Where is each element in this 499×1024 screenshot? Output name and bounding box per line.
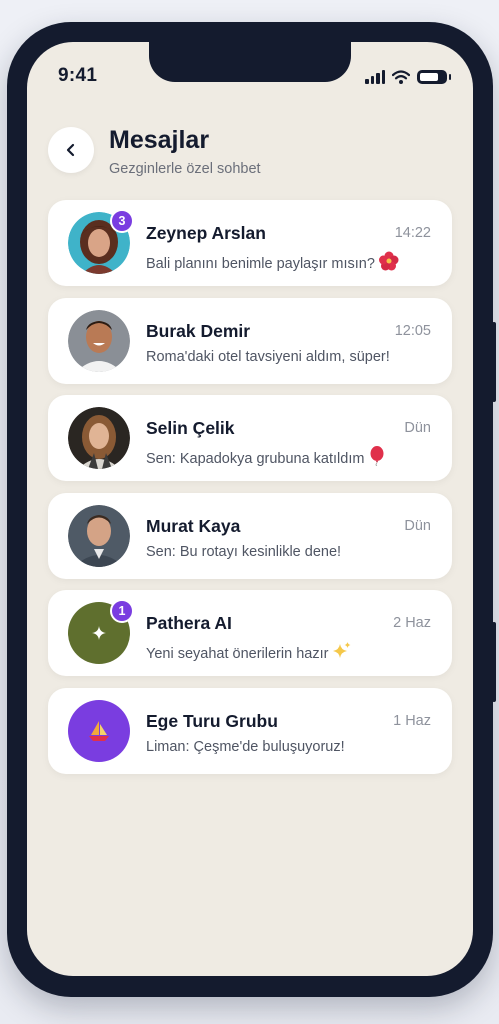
- contact-name: Selin Çelik: [146, 418, 235, 438]
- message-preview-text: Bali planını benimle paylaşır mısın?: [146, 256, 375, 272]
- message-preview-text: Yeni seyahat önerilerin hazır: [146, 646, 329, 662]
- status-time: 9:41: [58, 65, 98, 86]
- status-icons: [365, 68, 451, 84]
- side-button: [492, 622, 496, 702]
- avatar: 1: [68, 599, 134, 664]
- conversation-item[interactable]: Burak Demir 12:05 Roma'daki otel tavsiye…: [48, 297, 452, 384]
- signal-icon: [365, 70, 385, 84]
- sailboat-icon: [89, 720, 109, 741]
- message-preview: Bali planını benimle paylaşır mısın?: [146, 251, 399, 272]
- chevron-left-icon: [66, 143, 75, 157]
- conversation-item[interactable]: 1 Pathera AI 2 Haz Yeni seyahat öneriler…: [48, 590, 452, 676]
- sparkles-icon: [333, 642, 351, 658]
- avatar: 3: [68, 209, 134, 274]
- notch: [149, 42, 351, 82]
- wifi-icon: [392, 70, 410, 84]
- message-preview-text: Sen: Kapadokya grubuna katıldım: [146, 451, 365, 467]
- unread-badge: 3: [110, 209, 134, 233]
- avatar: [68, 407, 130, 469]
- message-preview: Yeni seyahat önerilerin hazır: [146, 641, 352, 662]
- message-time: Dün: [404, 517, 431, 534]
- avatar: [68, 504, 130, 567]
- battery-icon: [417, 70, 451, 84]
- sparkle-icon: [92, 626, 106, 640]
- contact-name: Zeynep Arslan: [146, 223, 266, 243]
- contact-name: Murat Kaya: [146, 515, 241, 536]
- page-subtitle: Gezginlerle özel sohbet: [109, 161, 261, 177]
- message-time: 1 Haz: [393, 712, 431, 729]
- side-button: [492, 322, 496, 402]
- message-time: Dün: [404, 420, 431, 436]
- page-title: Mesajlar: [109, 126, 210, 154]
- contact-name: Ege Turu Grubu: [146, 710, 278, 731]
- phone-frame: 9:41 Mesajlar Gezginlerle özel sohbet 3 …: [7, 22, 496, 997]
- contact-name: Burak Demir: [146, 320, 251, 341]
- conversation-item[interactable]: 3 Zeynep Arslan 14:22 Bali planını benim…: [48, 200, 452, 286]
- message-preview: Sen: Kapadokya grubuna katıldım: [146, 446, 386, 467]
- message-preview: Sen: Bu rotayı kesinlikle dene!: [146, 543, 342, 560]
- conversation-item[interactable]: Selin Çelik Dün Sen: Kapadokya grubuna k…: [48, 395, 452, 481]
- conversation-list: 3 Zeynep Arslan 14:22 Bali planını benim…: [48, 200, 452, 785]
- hibiscus-icon: [378, 251, 399, 271]
- message-time: 12:05: [394, 322, 431, 339]
- message-time: 14:22: [394, 225, 431, 241]
- conversation-item[interactable]: Ege Turu Grubu 1 Haz Liman: Çeşme'de bul…: [48, 687, 452, 774]
- message-preview: Liman: Çeşme'de buluşuyoruz!: [146, 738, 345, 755]
- contact-name: Pathera AI: [146, 613, 232, 633]
- balloon-icon: [370, 446, 384, 466]
- conversation-item[interactable]: Murat Kaya Dün Sen: Bu rotayı kesinlikle…: [48, 492, 452, 579]
- message-time: 2 Haz: [393, 615, 431, 631]
- avatar: [68, 309, 130, 372]
- message-preview: Roma'daki otel tavsiyeni aldım, süper!: [146, 348, 390, 365]
- avatar: [68, 699, 130, 762]
- screen: 9:41 Mesajlar Gezginlerle özel sohbet 3 …: [27, 42, 473, 976]
- unread-badge: 1: [110, 599, 134, 623]
- back-button[interactable]: [48, 127, 94, 173]
